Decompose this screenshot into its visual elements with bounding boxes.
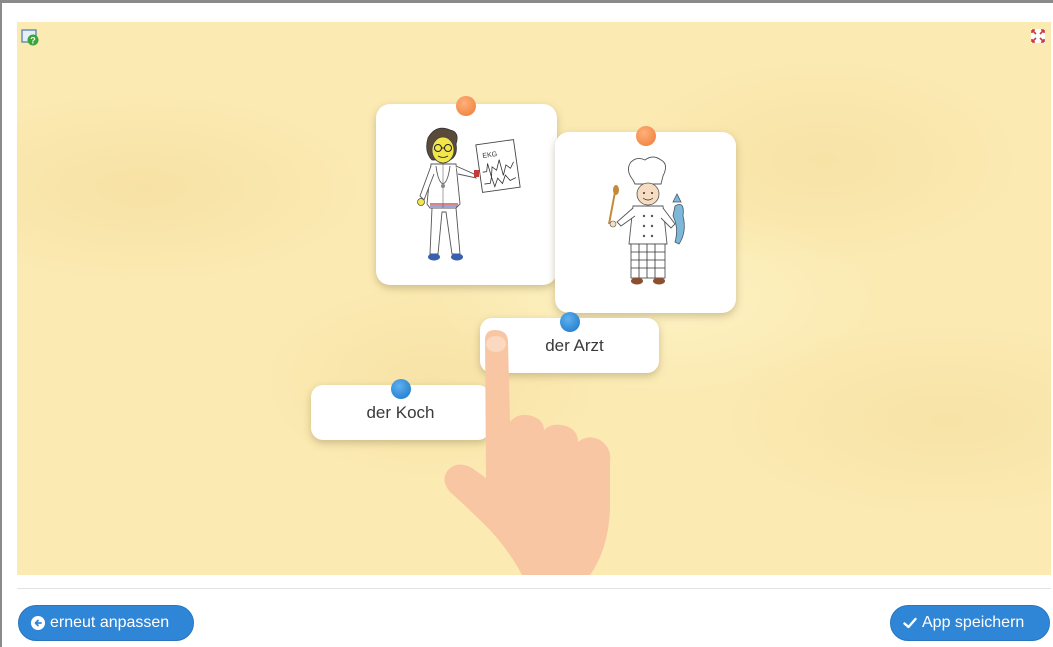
checkmark-icon [903, 617, 917, 629]
word-card-label: der Arzt [545, 335, 604, 355]
card-pin-orange [636, 126, 656, 146]
arrow-left-icon [31, 616, 45, 630]
back-button-label: erneut anpassen [50, 614, 170, 631]
card-pin-blue [560, 312, 580, 332]
doctor-illustration: EKG [417, 127, 521, 261]
help-icon[interactable]: ? [21, 28, 39, 46]
picture-card-cook[interactable] [555, 132, 736, 313]
cook-illustration [608, 156, 685, 285]
save-app-button[interactable]: App speichern [890, 605, 1050, 641]
back-button[interactable]: erneut anpassen [18, 605, 194, 641]
svg-text:?: ? [30, 36, 36, 46]
picture-card-doctor[interactable]: EKG [376, 104, 557, 285]
footer-divider [17, 588, 1051, 589]
card-pin-orange [456, 96, 476, 116]
card-pin-blue [391, 379, 411, 399]
save-app-button-label: App speichern [922, 614, 1025, 631]
fullscreen-icon[interactable] [1031, 29, 1045, 43]
word-card-label: der Koch [366, 402, 435, 422]
